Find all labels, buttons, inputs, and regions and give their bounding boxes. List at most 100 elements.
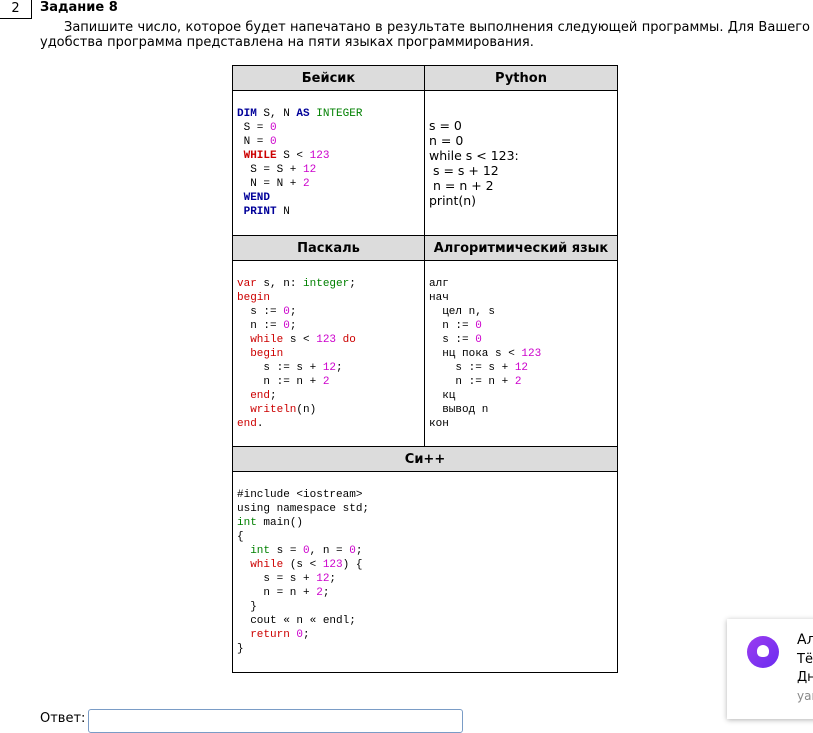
- code-token: begin: [237, 291, 271, 304]
- code-line: n := 0;: [237, 319, 424, 333]
- code-token: PRINT: [243, 206, 277, 218]
- code-token: 0: [303, 545, 310, 557]
- code-line: int main(): [237, 516, 617, 530]
- code-token: ;: [289, 319, 297, 332]
- code-token: s = 0: [429, 118, 462, 133]
- code-line: s = s + 12: [429, 163, 617, 178]
- header-python: Python: [424, 65, 618, 91]
- answer-input[interactable]: [88, 709, 463, 733]
- code-basic: DIM S, N AS INTEGER S = 0 N = 0 WHILE S …: [233, 107, 424, 219]
- code-token: алг: [429, 277, 449, 290]
- code-line: n = n + 2: [429, 178, 617, 193]
- code-line: n := 0: [429, 319, 617, 333]
- code-token: integer: [303, 277, 350, 290]
- task-number: 2: [0, 0, 32, 19]
- code-line: cout « n « endl;: [237, 614, 617, 628]
- code-line: s = 0: [429, 118, 617, 133]
- code-token: n := n +: [429, 375, 515, 388]
- code-token: end: [237, 417, 257, 430]
- code-line: цел n, s: [429, 305, 617, 319]
- code-token: ;: [289, 305, 297, 318]
- code-line: n = 0: [429, 133, 617, 148]
- code-token: 123: [322, 559, 343, 571]
- code-line: N = 0: [237, 135, 424, 149]
- code-token: s =: [270, 545, 304, 557]
- code-token: S =: [237, 122, 271, 134]
- code-line: s := s + 12;: [237, 361, 424, 375]
- code-token: ;: [270, 389, 277, 402]
- code-token: S, N: [256, 108, 297, 120]
- code-token: s = s + 12: [429, 163, 499, 178]
- task-text: Запишите число, которое будет напечатано…: [40, 20, 810, 50]
- code-line: {: [237, 530, 617, 544]
- code-token: нач: [429, 291, 449, 304]
- code-token: while: [250, 333, 284, 346]
- code-token: ;: [303, 629, 310, 641]
- code-token: 2: [303, 178, 310, 190]
- code-token: }: [237, 643, 244, 655]
- code-line: PRINT N: [237, 205, 424, 219]
- code-line: кон: [429, 417, 617, 431]
- code-token: 0: [270, 136, 277, 148]
- code-token: n :=: [237, 319, 284, 332]
- code-line: begin: [237, 347, 424, 361]
- code-line: begin: [237, 291, 424, 305]
- code-token: S <: [276, 150, 310, 162]
- code-token: 0: [475, 333, 482, 346]
- code-pascal: var s, n: integer; begin s := 0; n := 0; …: [233, 277, 424, 431]
- code-token: AS: [296, 108, 310, 120]
- notification-title: Ал: [797, 632, 813, 648]
- code-algo: алг нач цел n, s n := 0 s := 0 нц пока s …: [425, 277, 617, 431]
- code-line: n = n + 2;: [237, 586, 617, 600]
- code-token: 123: [316, 333, 337, 346]
- code-line: S = S + 12: [237, 163, 424, 177]
- code-token: s :=: [429, 333, 476, 346]
- code-token: 123: [521, 347, 542, 360]
- code-line: end.: [237, 417, 424, 431]
- code-line: }: [237, 642, 617, 656]
- code-token: .: [256, 417, 264, 430]
- code-line: print(n): [429, 193, 617, 208]
- code-line: n := n + 2: [429, 375, 617, 389]
- code-token: 2: [514, 375, 522, 388]
- code-token: s := s +: [429, 361, 515, 374]
- code-line: var s, n: integer;: [237, 277, 424, 291]
- code-token: while s < 123:: [429, 148, 519, 163]
- code-token: ;: [322, 587, 330, 599]
- code-token: {: [237, 531, 244, 543]
- code-token: n = n +: [237, 587, 317, 599]
- code-line: s = s + 12;: [237, 572, 617, 586]
- code-token: DIM: [237, 108, 257, 120]
- code-token: цел n, s: [429, 305, 496, 318]
- code-line: алг: [429, 277, 617, 291]
- code-token: кон: [429, 417, 449, 430]
- code-token: begin: [250, 347, 284, 360]
- code-line: вывод n: [429, 403, 617, 417]
- code-line: n := n + 2: [237, 375, 424, 389]
- header-pascal: Паскаль: [232, 235, 425, 261]
- code-token: ;: [349, 277, 356, 290]
- code-token: do: [342, 333, 356, 346]
- code-token: 2: [322, 375, 330, 388]
- notification-card[interactable]: Ал Тё Дн yar: [727, 619, 813, 719]
- code-line: WHILE S < 123: [237, 149, 424, 163]
- answer-label: Ответ:: [40, 711, 86, 726]
- code-line: using namespace std;: [237, 502, 617, 516]
- code-token: using namespace std;: [237, 503, 370, 515]
- code-token: #include <iostream>: [237, 489, 363, 501]
- code-token: WEND: [243, 192, 271, 204]
- code-token: s <: [283, 333, 317, 346]
- code-token: n = n + 2: [429, 178, 494, 193]
- code-token: (s <: [283, 559, 323, 571]
- code-token: print(n): [429, 193, 477, 208]
- code-line: s := 0: [429, 333, 617, 347]
- code-line: int s = 0, n = 0;: [237, 544, 617, 558]
- code-token: s :=: [237, 305, 284, 318]
